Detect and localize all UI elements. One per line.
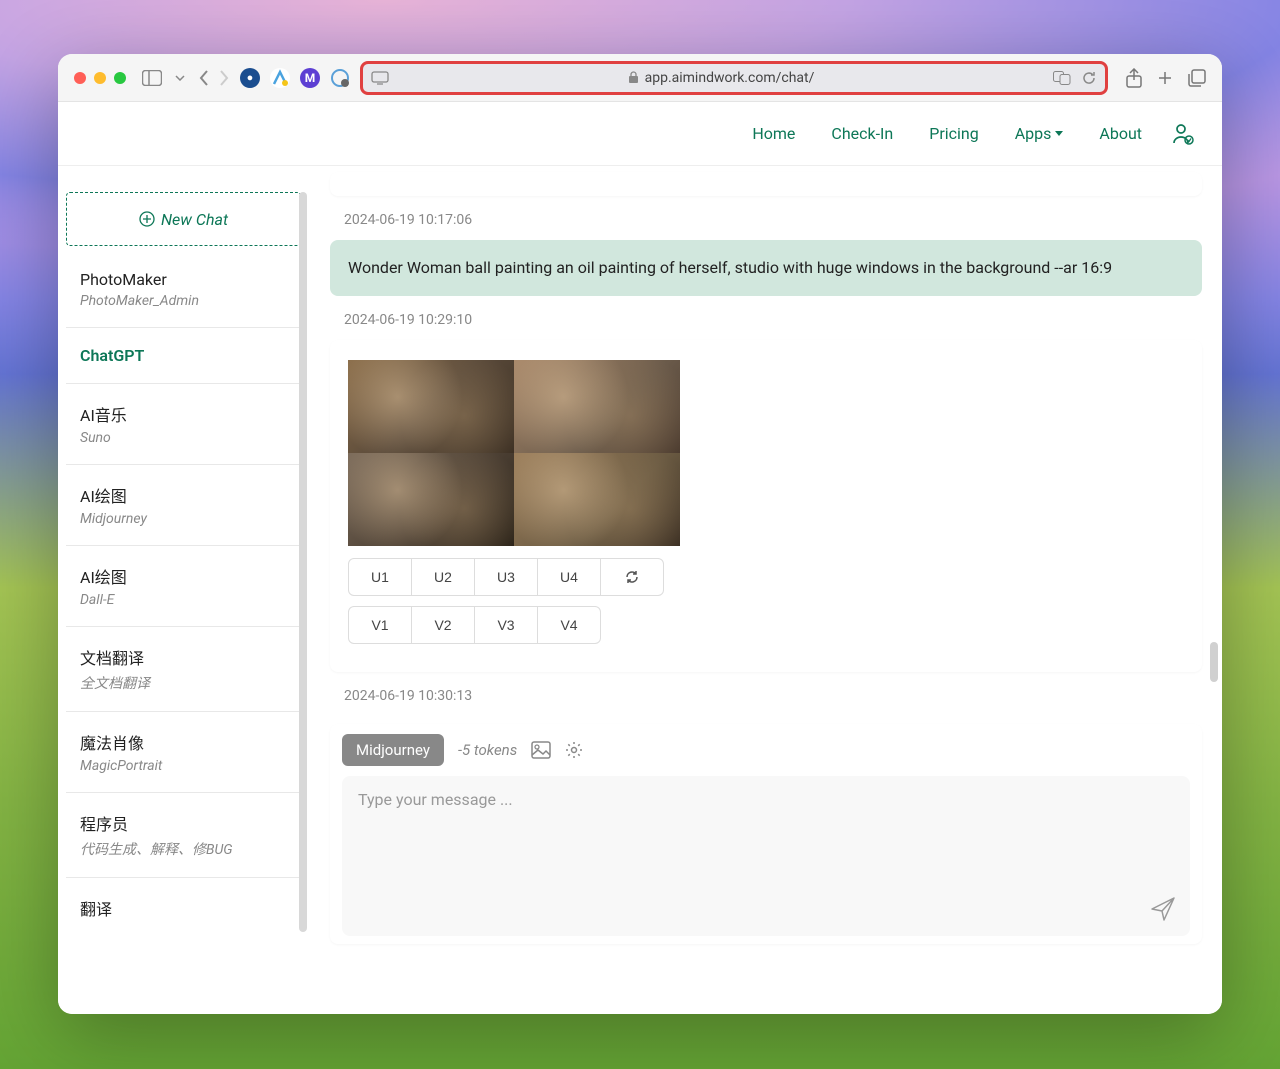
- extension-icon-3[interactable]: M: [300, 68, 320, 88]
- sidebar-item-ai-draw-mj[interactable]: AI绘图 Midjourney: [66, 465, 301, 546]
- upscale-u1-button[interactable]: U1: [348, 558, 412, 596]
- nav-about[interactable]: About: [1081, 124, 1160, 143]
- sidebar-scrollbar[interactable]: [299, 192, 307, 1004]
- chat-title: 文档翻译: [80, 645, 287, 669]
- extension-icon-1[interactable]: ●: [240, 68, 260, 88]
- chat-scrollbar[interactable]: [1210, 176, 1218, 759]
- forward-button[interactable]: [218, 69, 230, 87]
- sidebar-item-chatgpt[interactable]: ChatGPT: [66, 328, 301, 384]
- token-cost-label: -5 tokens: [458, 741, 517, 759]
- variation-v4-button[interactable]: V4: [537, 606, 601, 644]
- chat-title: PhotoMaker: [80, 270, 287, 289]
- generated-image-2[interactable]: [514, 360, 680, 453]
- chat-sidebar: New Chat PhotoMaker PhotoMaker_Admin Cha…: [58, 166, 310, 1014]
- chat-title: ChatGPT: [80, 346, 287, 365]
- input-panel: Midjourney -5 tokens Type your message .…: [330, 724, 1202, 944]
- reload-icon[interactable]: [1081, 70, 1097, 86]
- reroll-button[interactable]: [600, 558, 664, 596]
- sidebar-item-programmer[interactable]: 程序员 代码生成、解释、修BUG: [66, 793, 301, 878]
- chat-subtitle: PhotoMaker_Admin: [80, 293, 287, 309]
- variation-v2-button[interactable]: V2: [411, 606, 475, 644]
- new-chat-button[interactable]: New Chat: [66, 192, 301, 246]
- chat-title: 魔法肖像: [80, 730, 287, 754]
- user-message-bubble: Wonder Woman ball painting an oil painti…: [330, 240, 1202, 296]
- input-placeholder: Type your message ...: [358, 790, 513, 809]
- variation-v3-button[interactable]: V3: [474, 606, 538, 644]
- nav-apps[interactable]: Apps: [997, 124, 1082, 143]
- window-minimize-button[interactable]: [94, 72, 106, 84]
- message-input[interactable]: Type your message ...: [342, 776, 1190, 936]
- refresh-icon: [624, 569, 640, 585]
- url-text: app.aimindwork.com/chat/: [645, 70, 815, 86]
- timestamp: 2024-06-19 10:17:06: [344, 212, 1202, 228]
- chat-title: AI绘图: [80, 483, 287, 507]
- sidebar-item-ai-music[interactable]: AI音乐 Suno: [66, 384, 301, 465]
- extension-icon-2[interactable]: [270, 68, 290, 88]
- back-button[interactable]: [198, 69, 210, 87]
- top-navigation: Home Check-In Pricing Apps About: [58, 102, 1222, 166]
- chat-title: AI音乐: [80, 402, 287, 426]
- sidebar-item-doc-translate[interactable]: 文档翻译 全文档翻译: [66, 627, 301, 712]
- translate-icon[interactable]: [1053, 71, 1071, 85]
- timestamp: 2024-06-19 10:29:10: [344, 312, 1202, 328]
- window-close-button[interactable]: [74, 72, 86, 84]
- sidebar-item-ai-draw-dalle[interactable]: AI绘图 Dall-E: [66, 546, 301, 627]
- upscale-u4-button[interactable]: U4: [537, 558, 601, 596]
- caret-down-icon: [1055, 131, 1063, 136]
- sidebar-item-magic-portrait[interactable]: 魔法肖像 MagicPortrait: [66, 712, 301, 793]
- send-button[interactable]: [1150, 896, 1176, 922]
- chat-subtitle: Midjourney: [80, 511, 287, 527]
- timestamp: 2024-06-19 10:30:13: [344, 688, 1202, 704]
- chat-title: 程序员: [80, 811, 287, 835]
- sidebar-toggle-icon[interactable]: [142, 70, 162, 86]
- screen-icon[interactable]: [371, 71, 389, 85]
- chat-title: AI绘图: [80, 564, 287, 588]
- upscale-u2-button[interactable]: U2: [411, 558, 475, 596]
- chat-subtitle: MagicPortrait: [80, 758, 287, 774]
- browser-titlebar: ● M app.aimindwork.com/chat/: [58, 54, 1222, 102]
- chat-subtitle: Suno: [80, 430, 287, 446]
- new-tab-icon[interactable]: [1156, 68, 1174, 88]
- tabs-overview-icon[interactable]: [1188, 68, 1206, 88]
- chevron-down-icon[interactable]: [166, 75, 194, 81]
- generated-image-grid[interactable]: [348, 360, 680, 546]
- share-icon[interactable]: [1126, 68, 1142, 88]
- settings-icon[interactable]: [565, 741, 583, 759]
- plus-circle-icon: [139, 211, 155, 227]
- model-badge[interactable]: Midjourney: [342, 734, 444, 766]
- lock-icon: [628, 71, 639, 84]
- address-bar[interactable]: app.aimindwork.com/chat/: [360, 61, 1108, 95]
- sidebar-item-translate[interactable]: 翻译: [66, 878, 301, 938]
- generated-image-4[interactable]: [514, 453, 680, 546]
- paper-plane-icon: [1150, 896, 1176, 922]
- extension-icon-4[interactable]: [330, 68, 350, 88]
- chat-subtitle: 全文档翻译: [80, 673, 287, 693]
- sidebar-item-photomaker[interactable]: PhotoMaker PhotoMaker_Admin: [66, 252, 301, 328]
- variation-v1-button[interactable]: V1: [348, 606, 412, 644]
- upscale-button-row: U1 U2 U3 U4: [348, 558, 1184, 596]
- nav-check-in[interactable]: Check-In: [813, 124, 911, 143]
- upscale-u3-button[interactable]: U3: [474, 558, 538, 596]
- variation-button-row: V1 V2 V3 V4: [348, 606, 1184, 644]
- chat-main-area: 2024-06-19 10:17:06 Wonder Woman ball pa…: [310, 166, 1222, 1014]
- nav-home[interactable]: Home: [734, 124, 813, 143]
- chat-subtitle: Dall-E: [80, 592, 287, 608]
- previous-message-clip: [330, 172, 1202, 196]
- generated-image-1[interactable]: [348, 360, 514, 453]
- image-attach-icon[interactable]: [531, 741, 551, 759]
- nav-pricing[interactable]: Pricing: [911, 124, 997, 143]
- generated-image-3[interactable]: [348, 453, 514, 546]
- chat-subtitle: 代码生成、解释、修BUG: [80, 839, 287, 859]
- browser-window: ● M app.aimindwork.com/chat/: [58, 54, 1222, 1014]
- window-maximize-button[interactable]: [114, 72, 126, 84]
- chat-title: 翻译: [80, 896, 287, 920]
- user-menu-icon[interactable]: [1172, 123, 1194, 145]
- ai-response-bubble: U1 U2 U3 U4 V1 V2 V3 V4: [330, 340, 1202, 672]
